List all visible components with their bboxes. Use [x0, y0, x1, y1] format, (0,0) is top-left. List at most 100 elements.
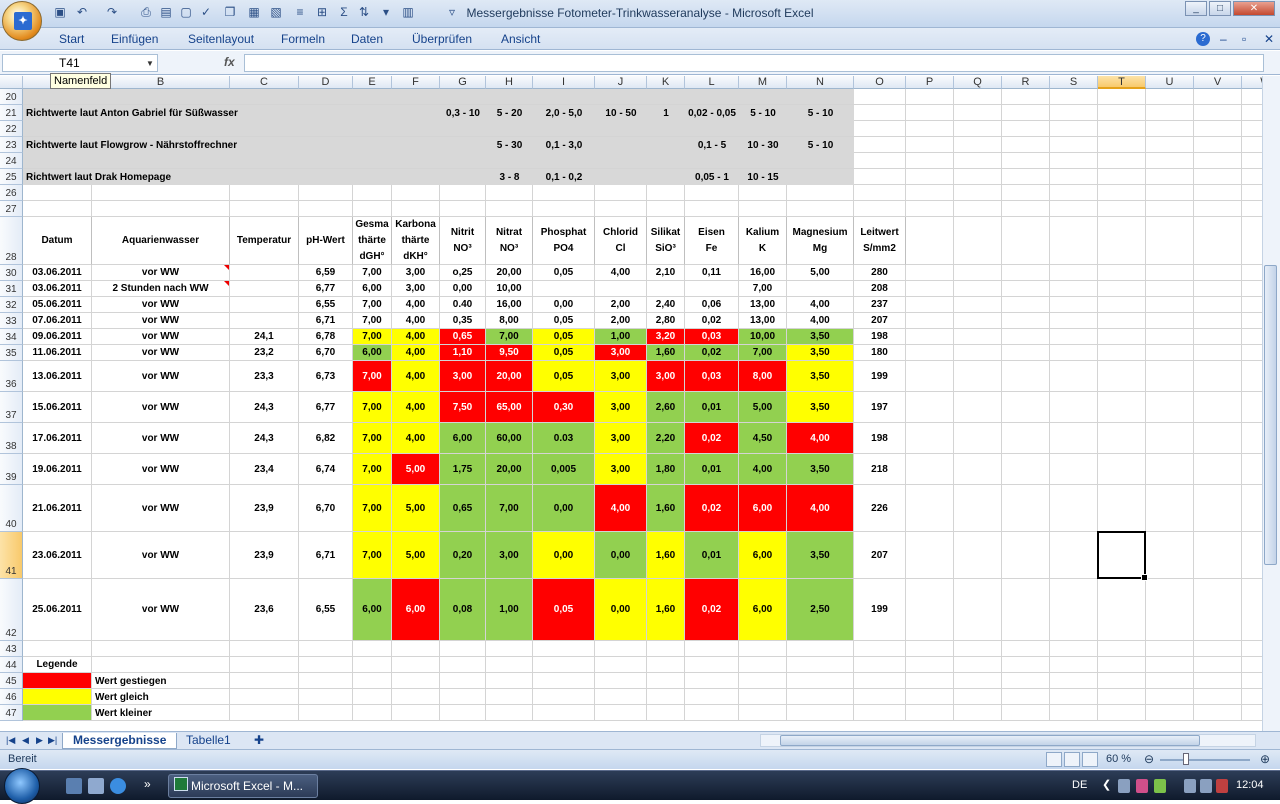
data-cell[interactable]: 6,00 — [739, 579, 787, 641]
page-layout-view-button[interactable] — [1064, 752, 1080, 767]
row-header-20[interactable]: 20 — [0, 89, 23, 105]
data-cell[interactable]: 23,6 — [230, 579, 299, 641]
data-cell[interactable]: 16,00 — [486, 297, 533, 313]
data-cell[interactable]: 2,60 — [647, 392, 685, 423]
grid-cell[interactable] — [353, 185, 392, 201]
grid-cell[interactable] — [1194, 361, 1242, 392]
data-cell[interactable]: 208 — [854, 281, 906, 297]
data-cell[interactable]: 2 Stunden nach WW — [92, 281, 230, 297]
grid-cell[interactable] — [1098, 281, 1146, 297]
grid-cell[interactable] — [486, 201, 533, 217]
grid-cell[interactable] — [854, 641, 906, 657]
grid-cell[interactable] — [906, 201, 954, 217]
column-header-w[interactable]: W — [1242, 76, 1262, 89]
data-cell[interactable]: 4,00 — [392, 329, 440, 345]
page-break-view-button[interactable] — [1082, 752, 1098, 767]
data-cell[interactable]: 0,02 — [685, 485, 739, 532]
grid-cell[interactable] — [685, 185, 739, 201]
grid-cell[interactable] — [1242, 657, 1262, 673]
grid-cell[interactable] — [230, 673, 299, 689]
grid-cell[interactable] — [954, 454, 1002, 485]
data-cell[interactable]: 6,59 — [299, 265, 353, 281]
data-cell[interactable]: 3,00 — [595, 454, 647, 485]
grid-cell[interactable] — [595, 185, 647, 201]
data-cell[interactable]: 2,80 — [647, 313, 685, 329]
data-cell[interactable]: 197 — [854, 392, 906, 423]
grid-cell[interactable] — [533, 641, 595, 657]
sum-icon[interactable]: Σ — [336, 4, 352, 20]
row-header-40[interactable]: 40 — [0, 485, 23, 532]
data-cell[interactable]: 6,71 — [299, 532, 353, 579]
grid-cell[interactable] — [739, 201, 787, 217]
minimize-button[interactable]: _ — [1185, 1, 1207, 16]
help-icon[interactable]: ? — [1196, 32, 1210, 46]
grid-cell[interactable] — [1002, 281, 1050, 297]
grid-cell[interactable] — [906, 689, 954, 705]
data-cell[interactable]: 0,00 — [533, 297, 595, 313]
grid-cell[interactable] — [1242, 689, 1262, 705]
workbook-minimize-button[interactable]: – — [1220, 32, 1227, 46]
data-cell[interactable]: 09.06.2011 — [23, 329, 92, 345]
grid-cell[interactable] — [1242, 705, 1262, 721]
grid-cell[interactable] — [906, 153, 954, 169]
grid-cell[interactable] — [1098, 313, 1146, 329]
column-header-o[interactable]: O — [854, 76, 906, 89]
data-cell[interactable]: vor WW — [92, 579, 230, 641]
data-cell[interactable]: 3,00 — [595, 345, 647, 361]
column-header-l[interactable]: L — [685, 76, 739, 89]
grid-cell[interactable] — [1002, 454, 1050, 485]
grid-cell[interactable] — [299, 705, 353, 721]
grid-cell[interactable] — [1194, 121, 1242, 137]
grid-cell[interactable] — [353, 705, 392, 721]
grid-cell[interactable] — [1098, 673, 1146, 689]
grid-cell[interactable] — [392, 201, 440, 217]
row-header-31[interactable]: 31 — [0, 281, 23, 297]
grid-cell[interactable] — [392, 689, 440, 705]
grid-cell[interactable] — [1194, 705, 1242, 721]
data-cell[interactable]: 0,02 — [685, 579, 739, 641]
row-header-33[interactable]: 33 — [0, 313, 23, 329]
column-header-r[interactable]: R — [1002, 76, 1050, 89]
data-cell[interactable]: 0,00 — [595, 532, 647, 579]
grid-cell[interactable] — [1146, 657, 1194, 673]
data-cell[interactable]: 7,00 — [353, 313, 392, 329]
sheet-tab-tabelle1[interactable]: Tabelle1 — [176, 733, 241, 749]
paste-icon[interactable]: ▦ — [246, 4, 262, 20]
grid-cell[interactable] — [299, 641, 353, 657]
grid-cell[interactable] — [1242, 137, 1262, 153]
grid-cell[interactable] — [854, 153, 906, 169]
grid-cell[interactable] — [685, 201, 739, 217]
grid-cell[interactable] — [1050, 423, 1098, 454]
data-cell[interactable]: 4,00 — [595, 265, 647, 281]
grid-cell[interactable] — [230, 185, 299, 201]
data-cell[interactable]: 226 — [854, 485, 906, 532]
data-cell[interactable] — [230, 313, 299, 329]
grid-cell[interactable] — [906, 105, 954, 121]
data-cell[interactable]: 0,05 — [533, 313, 595, 329]
grid-cell[interactable] — [1098, 121, 1146, 137]
first-sheet-icon[interactable]: |◀ — [6, 735, 15, 746]
column-header-i[interactable]: I — [533, 76, 595, 89]
grid-cell[interactable] — [906, 423, 954, 454]
grid-cell[interactable] — [906, 345, 954, 361]
grid-cell[interactable] — [1146, 454, 1194, 485]
data-cell[interactable]: 0,01 — [685, 392, 739, 423]
grid-cell[interactable] — [1098, 137, 1146, 153]
grid-cell[interactable] — [1050, 185, 1098, 201]
data-cell[interactable]: vor WW — [92, 532, 230, 579]
row-header-39[interactable]: 39 — [0, 454, 23, 485]
align-icon[interactable]: ≡ — [292, 4, 308, 20]
workbook-restore-button[interactable]: ▫ — [1242, 32, 1246, 46]
data-cell[interactable]: 2,00 — [595, 297, 647, 313]
data-cell[interactable]: 6,74 — [299, 454, 353, 485]
row-header-26[interactable]: 26 — [0, 185, 23, 201]
open-icon[interactable]: ▤ — [158, 4, 174, 20]
data-cell[interactable]: 280 — [854, 265, 906, 281]
column-header-q[interactable]: Q — [954, 76, 1002, 89]
data-cell[interactable]: 4,00 — [787, 313, 854, 329]
data-cell[interactable]: 2,20 — [647, 423, 685, 454]
tray-expand-icon[interactable]: ❮ — [1102, 778, 1111, 791]
grid-cell[interactable] — [1002, 169, 1050, 185]
data-cell[interactable]: 3,00 — [595, 392, 647, 423]
data-cell[interactable]: 20,00 — [486, 361, 533, 392]
